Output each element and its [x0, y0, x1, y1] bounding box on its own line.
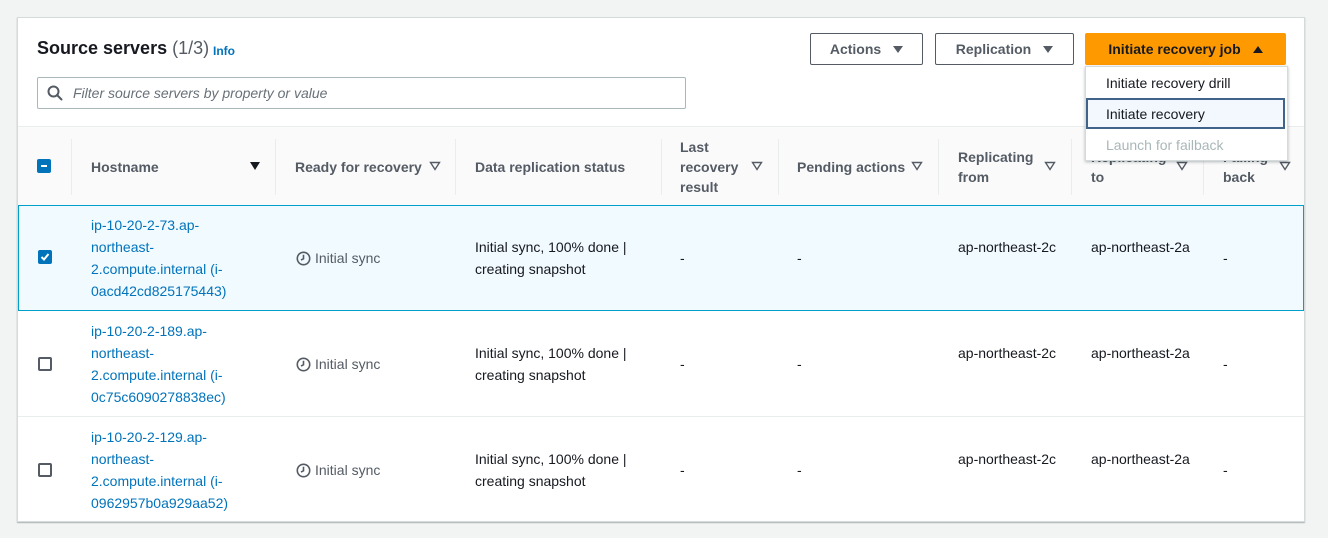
- initiate-recovery-job-menu: Initiate recovery drill Initiate recover…: [1085, 66, 1288, 161]
- table-row[interactable]: ip-10-20-2-189.ap-northeast-2.compute.in…: [18, 311, 1304, 417]
- hostname-link[interactable]: ip-10-20-2-189.ap-northeast-2.compute.in…: [91, 320, 241, 408]
- search-icon: [47, 85, 63, 101]
- column-header-label: Pending actions: [797, 158, 906, 175]
- caret-down-icon: [893, 45, 904, 53]
- ready-status: Initial sync: [296, 459, 380, 481]
- column-header-label: Hostname: [91, 158, 159, 175]
- initiate-button-label: Initiate recovery job: [1108, 41, 1241, 57]
- title-text: Source servers: [37, 38, 168, 58]
- selection-count: (1/3): [172, 38, 210, 58]
- ready-status-text: Initial sync: [315, 462, 381, 478]
- sort-icon[interactable]: [429, 161, 441, 171]
- caret-up-icon: [1252, 45, 1263, 53]
- actions-button-label: Actions: [829, 41, 882, 57]
- ready-status: Initial sync: [296, 353, 380, 375]
- last-recovery-result: -: [680, 250, 685, 266]
- minus-icon: [41, 165, 47, 167]
- failing-back: -: [1223, 356, 1228, 372]
- table-row[interactable]: ip-10-20-2-73.ap-northeast-2.compute.int…: [18, 205, 1304, 311]
- pending-actions: -: [797, 462, 802, 478]
- replicating-from: ap-northeast-2c: [958, 239, 1057, 255]
- replicating-to: ap-northeast-2a: [1091, 451, 1190, 467]
- page-title: Source servers (1/3): [37, 38, 209, 59]
- actions-button[interactable]: Actions: [810, 33, 923, 65]
- sort-icon[interactable]: [751, 161, 763, 171]
- replicating-from: ap-northeast-2c: [958, 345, 1057, 361]
- row-checkbox[interactable]: [38, 463, 52, 477]
- caret-down-icon: [1043, 45, 1054, 53]
- column-header-label: Ready for recovery: [295, 158, 422, 175]
- column-header-label: Last recovery result: [680, 138, 739, 195]
- column-header-label: Replicating from: [958, 148, 1034, 185]
- ready-status-text: Initial sync: [315, 356, 381, 372]
- column-header-hostname[interactable]: Hostname: [72, 127, 275, 206]
- sort-icon[interactable]: [1279, 161, 1291, 171]
- replicating-from: ap-northeast-2c: [958, 451, 1057, 467]
- sort-icon[interactable]: [1044, 161, 1056, 171]
- menu-item-initiate-recovery[interactable]: Initiate recovery: [1086, 98, 1285, 129]
- failing-back: -: [1223, 462, 1228, 478]
- hostname-link[interactable]: ip-10-20-2-129.ap-northeast-2.compute.in…: [91, 426, 241, 514]
- info-link[interactable]: Info: [213, 44, 235, 58]
- replication-button[interactable]: Replication: [935, 33, 1074, 65]
- replicating-to: ap-northeast-2a: [1091, 345, 1190, 361]
- replication-button-label: Replication: [955, 41, 1032, 57]
- filter-search-box[interactable]: [37, 77, 686, 109]
- column-header-replication-status[interactable]: Data replication status: [456, 127, 661, 206]
- source-servers-panel: Source servers (1/3) Info Actions Replic…: [17, 17, 1305, 522]
- replication-status: Initial sync, 100% done | creating snaps…: [475, 239, 627, 277]
- clock-icon: [296, 357, 311, 371]
- failing-back: -: [1223, 250, 1228, 266]
- sort-icon[interactable]: [911, 161, 923, 171]
- sort-descending-icon[interactable]: [249, 161, 261, 171]
- last-recovery-result: -: [680, 462, 685, 478]
- row-checkbox[interactable]: [38, 357, 52, 371]
- replication-status: Initial sync, 100% done | creating snaps…: [475, 451, 627, 489]
- pending-actions: -: [797, 356, 802, 372]
- initiate-recovery-job-button[interactable]: Initiate recovery job: [1085, 33, 1286, 65]
- checkmark-icon: [40, 253, 50, 261]
- sort-icon[interactable]: [1176, 161, 1188, 171]
- last-recovery-result: -: [680, 356, 685, 372]
- select-all-checkbox[interactable]: [37, 159, 51, 173]
- ready-status-text: Initial sync: [315, 250, 381, 266]
- column-header-label: Data replication status: [475, 158, 626, 175]
- row-checkbox[interactable]: [38, 250, 52, 264]
- clock-icon: [296, 251, 311, 265]
- ready-status: Initial sync: [296, 247, 380, 269]
- menu-item-launch-for-failback: Launch for failback: [1106, 136, 1224, 153]
- search-input[interactable]: [71, 84, 665, 102]
- table-row[interactable]: ip-10-20-2-129.ap-northeast-2.compute.in…: [18, 417, 1304, 523]
- replication-status: Initial sync, 100% done | creating snaps…: [475, 345, 627, 383]
- hostname-link[interactable]: ip-10-20-2-73.ap-northeast-2.compute.int…: [91, 214, 241, 302]
- menu-item-initiate-recovery-drill[interactable]: Initiate recovery drill: [1086, 67, 1285, 98]
- replicating-to: ap-northeast-2a: [1091, 239, 1190, 255]
- pending-actions: -: [797, 250, 802, 266]
- clock-icon: [296, 463, 311, 477]
